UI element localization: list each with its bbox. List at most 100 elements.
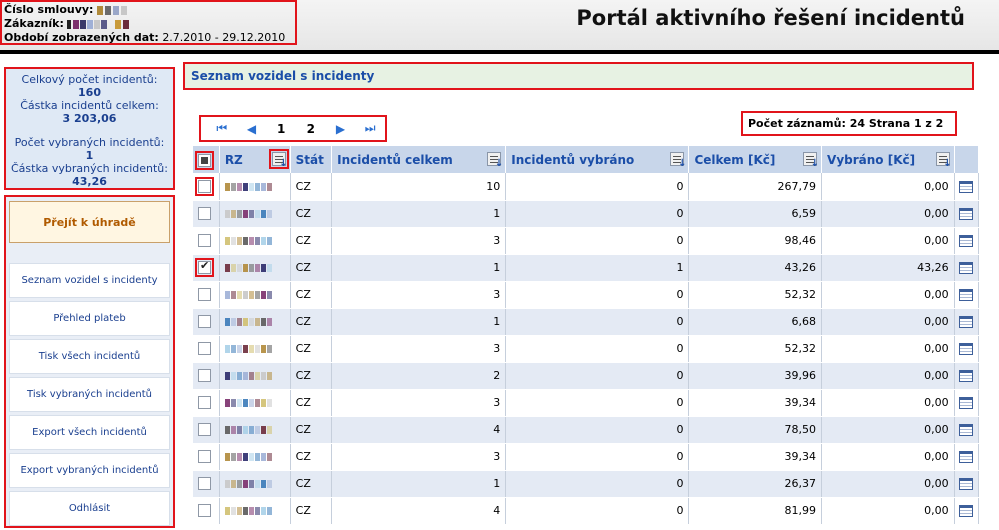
calendar-detail-icon[interactable] [959,208,974,220]
table-row[interactable]: CZ 1 0 6,59 0,00 [193,200,980,228]
col-incidents-total-header[interactable]: Incidentů celkem [331,146,507,173]
row-checkbox[interactable] [198,504,211,518]
sort-icon[interactable] [935,152,952,169]
row-checkbox[interactable] [198,315,211,329]
row-checkbox[interactable] [198,234,211,248]
calendar-detail-icon[interactable] [959,316,974,328]
calendar-detail-icon[interactable] [959,235,974,247]
col-incidents-total-label: Incidentů celkem [337,152,453,167]
row-checkbox[interactable] [198,477,211,491]
go-to-payment-button[interactable]: Přejít k úhradě [9,201,170,243]
nav-print-selected[interactable]: Tisk vybraných incidentů [9,377,170,412]
col-selected-czk-header[interactable]: Vybráno [Kč] [821,146,955,173]
calendar-detail-icon[interactable] [959,397,974,409]
row-select-cell [193,497,220,525]
incidents-selected-cell: 0 [505,281,690,309]
incidents-selected-cell: 0 [505,416,690,444]
stat-cell: CZ [290,470,333,498]
rz-cell-redacted [219,443,291,471]
calendar-detail-icon[interactable] [959,262,974,274]
row-checkbox[interactable] [198,450,211,464]
nav-payment-overview[interactable]: Přehled plateb [9,301,170,336]
col-rz-header[interactable]: RZ [219,146,291,173]
incidents-total-cell: 3 [331,227,507,255]
row-checkbox[interactable] [195,177,214,196]
table-row[interactable]: CZ 2 0 39,96 0,00 [193,362,980,390]
page-link-2[interactable]: 2 [296,122,326,136]
incidents-selected-cell: 1 [505,254,690,282]
page-link-1[interactable]: 1 [266,122,296,136]
nav-logout[interactable]: Odhlásit [9,491,170,526]
prev-page-icon[interactable]: ◀ [237,122,267,136]
col-total-czk-header[interactable]: Celkem [Kč] [688,146,823,173]
nav-export-selected[interactable]: Export vybraných incidentů [9,453,170,488]
col-incidents-selected-header[interactable]: Incidentů vybráno [505,146,690,173]
row-checkbox[interactable] [198,396,211,410]
header-divider [0,50,999,54]
first-page-icon[interactable]: ⏮ [207,121,237,136]
row-checkbox[interactable] [198,342,211,356]
incidents-selected-cell: 0 [505,308,690,336]
row-checkbox[interactable] [198,423,211,437]
total-amount-label: Částka incidentů celkem: [20,99,159,112]
stat-cell: CZ [290,443,333,471]
detail-cell [954,308,980,336]
table-row[interactable]: CZ 10 0 267,79 0,00 [193,173,980,201]
table-row[interactable]: CZ 4 0 81,99 0,00 [193,497,980,525]
selected-czk-cell: 0,00 [821,308,955,336]
col-stat-header[interactable]: Stát [290,146,333,173]
incidents-total-cell: 3 [331,281,507,309]
nav-export-all[interactable]: Export všech incidentů [9,415,170,450]
calendar-detail-icon[interactable] [959,451,974,463]
calendar-detail-icon[interactable] [959,289,974,301]
calendar-detail-icon[interactable] [959,343,974,355]
incidents-selected-cell: 0 [505,335,690,363]
row-checkbox[interactable] [198,369,211,383]
sort-icon[interactable] [670,152,686,169]
sort-icon[interactable] [803,152,819,169]
last-page-icon[interactable]: ⏭ [355,121,385,136]
table-row[interactable]: CZ1143,2643,26 [193,254,980,282]
col-total-czk-label: Celkem [Kč] [694,152,776,167]
incidents-selected-cell: 0 [505,227,690,255]
row-checkbox[interactable] [198,207,211,221]
table-row[interactable]: CZ 3 0 52,32 0,00 [193,281,980,309]
total-czk-cell: 98,46 [688,227,823,255]
table-row[interactable]: CZ 1 0 6,68 0,00 [193,308,980,336]
stat-cell: CZ [290,335,333,363]
calendar-detail-icon[interactable] [959,505,974,517]
calendar-detail-icon[interactable] [959,370,974,382]
total-czk-cell: 39,96 [688,362,823,390]
calendar-detail-icon[interactable] [959,424,974,436]
col-detail-header [954,146,980,173]
stat-cell: CZ [290,227,333,255]
nav-vehicle-list[interactable]: Seznam vozidel s incidenty [9,263,170,298]
select-all-checkbox[interactable] [195,150,214,170]
row-checkbox[interactable] [198,288,211,302]
selected-czk-cell: 0,00 [821,200,955,228]
incidents-selected-cell: 0 [505,362,690,390]
detail-cell [954,335,980,363]
table-row[interactable]: CZ 3 0 52,32 0,00 [193,335,980,363]
total-czk-cell: 52,32 [688,335,823,363]
row-select-cell [193,173,220,201]
table-header-row: RZ Stát Incidentů celkem Incidentů vybrá… [193,146,980,173]
contract-number-label: Číslo smlouvy: [4,3,94,16]
row-checkbox[interactable] [195,258,214,278]
table-row[interactable]: CZ 3 0 39,34 0,00 [193,389,980,417]
table-row[interactable]: CZ 3 0 39,34 0,00 [193,443,980,471]
table-row[interactable]: CZ 3 0 98,46 0,00 [193,227,980,255]
period-label: Období zobrazených dat: [4,31,159,44]
sort-icon[interactable] [487,152,503,169]
next-page-icon[interactable]: ▶ [326,122,356,136]
calendar-detail-icon[interactable] [959,180,974,193]
calendar-detail-icon[interactable] [959,478,974,490]
rz-cell-redacted [219,227,291,255]
sort-icon[interactable] [268,149,289,169]
table-row[interactable]: CZ 4 0 78,50 0,00 [193,416,980,444]
table-row[interactable]: CZ 1 0 26,37 0,00 [193,470,980,498]
pagination: ⏮ ◀ 1 2 ▶ ⏭ [199,115,387,142]
row-select-cell [193,389,220,417]
nav-print-all[interactable]: Tisk všech incidentů [9,339,170,374]
vehicle-table: RZ Stát Incidentů celkem Incidentů vybrá… [193,146,980,525]
